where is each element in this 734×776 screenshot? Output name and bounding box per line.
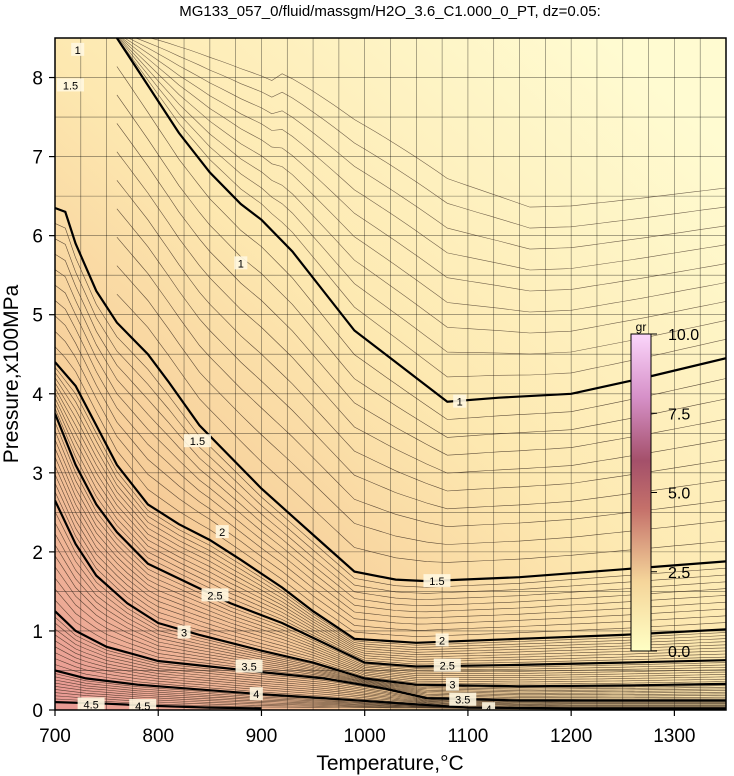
contour-chart: MG133_057_0/fluid/massgm/H2O_3.6_C1.000_… (0, 3, 727, 775)
y-tick-label: 3 (32, 464, 43, 485)
contour-label: 1.5 (190, 436, 205, 448)
x-tick-label: 1300 (653, 726, 695, 747)
colorbar-tick-label: 7.5 (668, 406, 690, 423)
contour-label: 2 (219, 527, 225, 539)
x-tick-label: 1200 (550, 726, 592, 747)
y-tick-label: 6 (32, 227, 43, 248)
y-tick-label: 1 (32, 622, 43, 643)
x-tick-label: 1100 (447, 726, 488, 747)
x-tick-label: 1000 (344, 726, 386, 747)
contour-label: 3.5 (241, 662, 256, 674)
contour-label: 1 (75, 45, 81, 57)
colorbar-tick-label: 10.0 (668, 327, 699, 344)
contour-label: 2.5 (207, 590, 222, 602)
y-tick-label: 0 (32, 701, 43, 722)
contour-label: 3 (181, 628, 187, 640)
chart-title: MG133_057_0/fluid/massgm/H2O_3.6_C1.000_… (179, 3, 601, 20)
contour-label: 3 (449, 680, 455, 692)
y-axis: 0 1 2 3 4 5 6 7 8 (32, 69, 55, 722)
y-axis-label: Pressure,x100MPa (0, 284, 23, 463)
x-tick-label: 700 (39, 726, 71, 747)
contour-label: 4 (253, 689, 259, 701)
x-axis-label: Temperature,°C (316, 752, 463, 775)
contour-label: 1 (457, 397, 463, 409)
colorbar-tick-label: 0.0 (668, 644, 690, 661)
colorbar-label: gr (636, 320, 647, 334)
y-tick-label: 4 (32, 385, 43, 406)
y-tick-label: 8 (32, 69, 43, 90)
colorbar-tick-label: 2.5 (668, 565, 690, 582)
contour-label: 2 (439, 635, 445, 647)
colorbar-tick-label: 5.0 (668, 486, 690, 503)
contour-label: 4.5 (135, 701, 150, 713)
x-tick-label: 900 (246, 726, 278, 747)
y-tick-label: 7 (32, 148, 43, 169)
plot-area: 111.51.5222.52.5333.53.5444.5 4.511.5 (54, 37, 727, 713)
x-tick-label: 800 (142, 726, 174, 747)
y-tick-label: 5 (32, 306, 43, 327)
contour-label: 1.5 (429, 576, 444, 588)
contour-label: 1 (238, 258, 244, 270)
colorbar-gradient (630, 333, 652, 652)
y-tick-label: 2 (32, 543, 43, 564)
contour-label: 1.5 (63, 80, 78, 92)
x-axis: 700 800 900 1000 1100 1200 1300 (39, 710, 696, 747)
contour-label: 2.5 (440, 661, 455, 673)
contour-label: 3.5 (455, 695, 470, 707)
